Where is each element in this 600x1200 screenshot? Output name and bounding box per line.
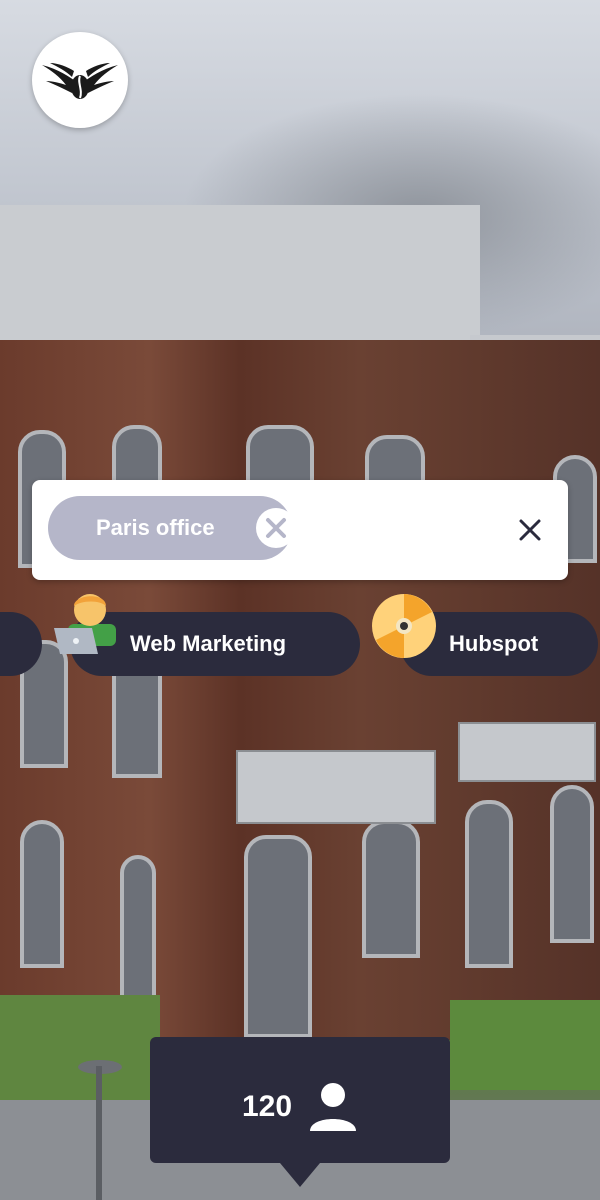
filter-panel: Paris office [32,480,568,580]
building-balcony [236,750,436,824]
building-window [362,820,420,958]
building-window [20,820,64,968]
building-window [465,800,513,968]
counter-pointer [280,1163,320,1187]
tag-label: Hubspot [449,631,539,656]
building-window [244,835,312,1038]
close-circle-icon [266,518,286,538]
app-logo[interactable] [32,32,128,128]
filter-chip-paris-office[interactable]: Paris office [48,496,296,560]
close-icon [519,519,541,541]
street-lamp [96,1066,102,1200]
background-lawn [0,995,160,1105]
building-balcony [458,722,596,782]
background-lawn [450,1000,600,1090]
disc-emoji [372,594,436,658]
person-icon [310,1083,356,1131]
chip-remove-button[interactable] [256,508,296,548]
building-window [550,785,594,943]
counter-value: 120 [242,1090,293,1123]
tag-label: Web Marketing [130,631,287,656]
person-laptop-emoji [54,594,116,654]
close-filter-button[interactable] [510,510,550,550]
app-screen: Paris office Web Marketing Hubspot 120 [0,0,600,1200]
filter-chip-label: Paris office [96,515,215,540]
people-counter[interactable]: 120 [150,1037,450,1163]
winged-coffee-bean-icon [42,63,118,99]
